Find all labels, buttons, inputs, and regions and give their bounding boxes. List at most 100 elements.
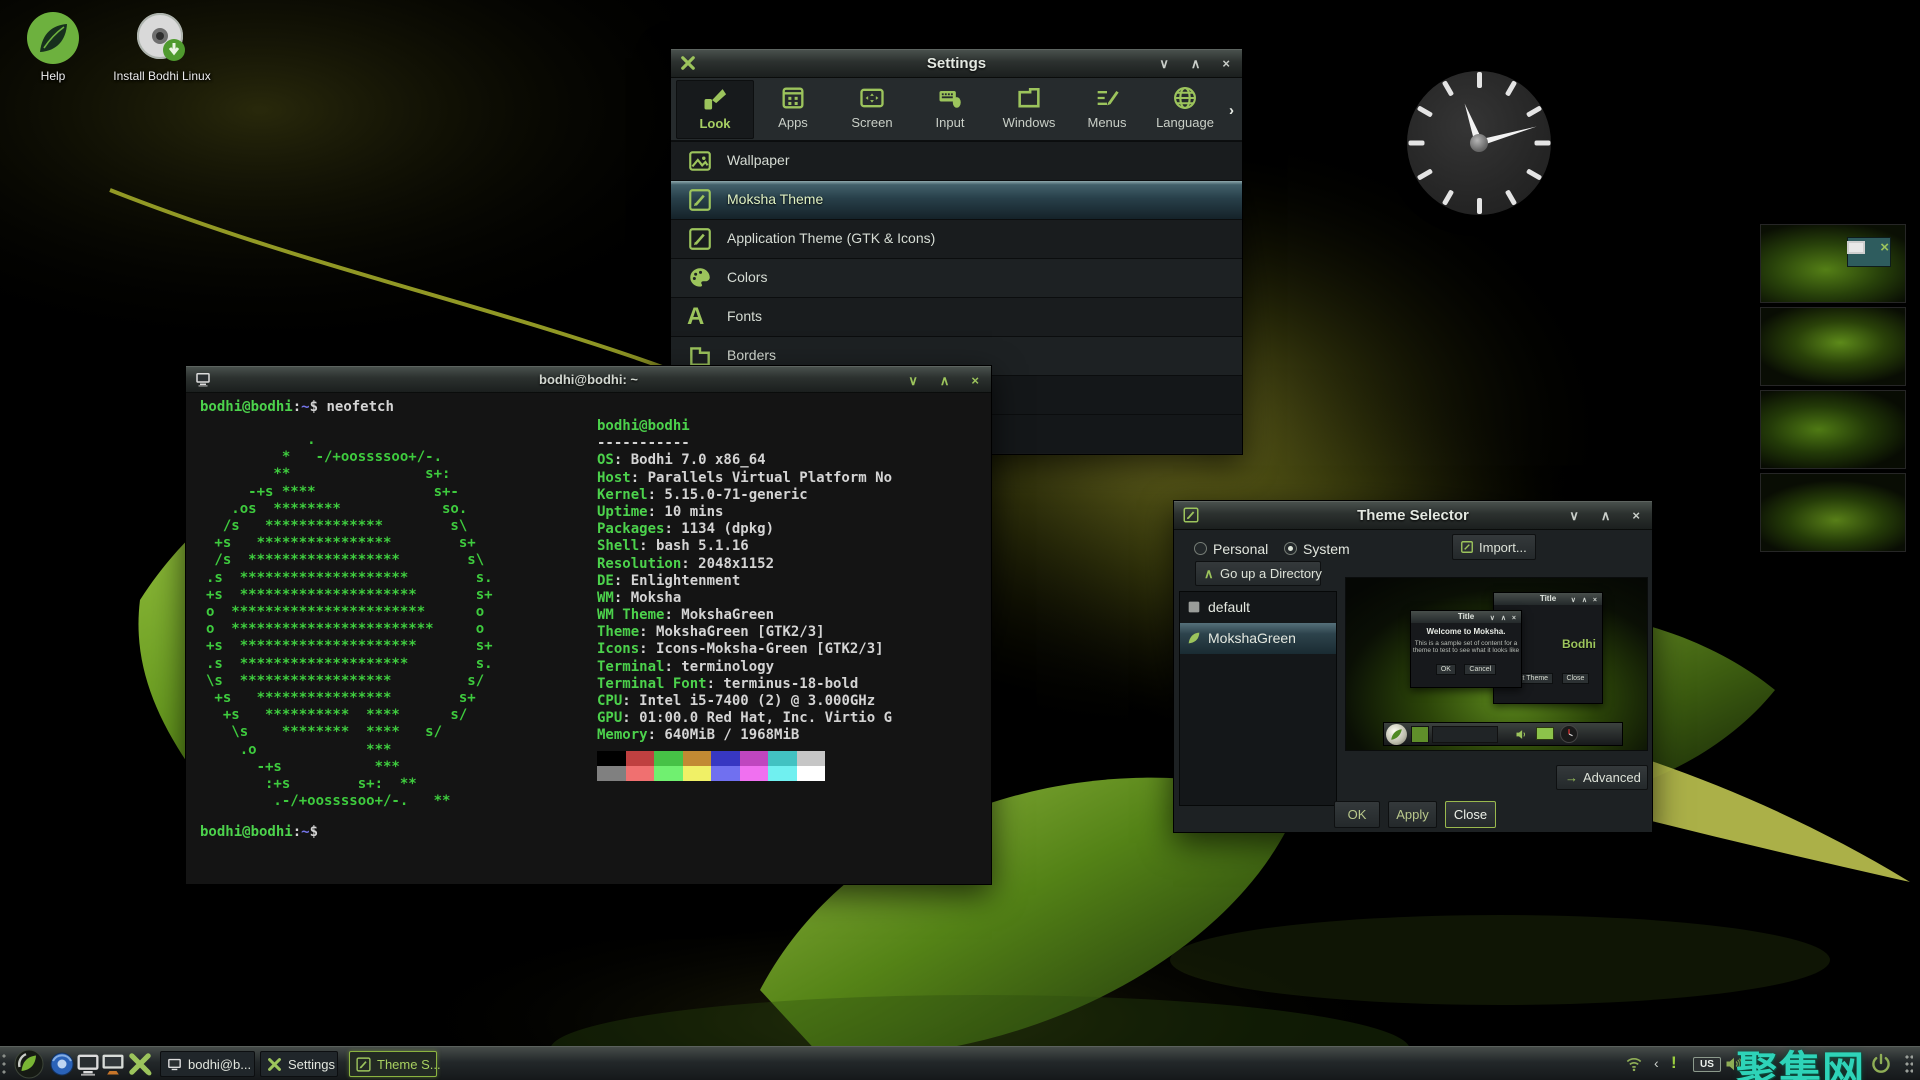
desktop-icon-label: Install Bodhi Linux <box>107 70 217 83</box>
toolbar-scroll-right-icon[interactable]: › <box>1229 102 1234 119</box>
network-icon[interactable] <box>1624 1054 1644 1074</box>
chevron-left-icon[interactable]: ‹ <box>1654 1055 1659 1071</box>
settings-item-wallpaper[interactable]: Wallpaper <box>671 141 1242 180</box>
task-button-label: Settings <box>288 1057 335 1072</box>
palette-swatch <box>597 751 626 766</box>
apps-icon <box>779 84 807 112</box>
radio-personal-label: Personal <box>1213 541 1268 557</box>
toolbar-item-label: Screen <box>833 115 911 130</box>
workspace-thumbnail-4[interactable] <box>1760 473 1906 552</box>
neofetch-field-cpu: CPU: Intel i5-7400 (2) @ 3.000GHz <box>597 693 892 710</box>
apply-button[interactable]: Apply <box>1388 801 1437 828</box>
maximize-button[interactable]: ∧ <box>1601 509 1611 522</box>
alert-icon[interactable]: ! <box>1671 1053 1677 1073</box>
mini-speaker-icon <box>1514 727 1529 742</box>
workspace-thumbnail-1[interactable]: × <box>1760 224 1906 303</box>
window-title: bodhi@bodhi: ~ <box>186 372 991 387</box>
terminal-command: neofetch <box>326 399 393 415</box>
desktop-icon-label: Help <box>0 70 108 83</box>
workspace-thumbnail-3[interactable] <box>1760 390 1906 469</box>
toolbar-item-label: Windows <box>990 115 1068 130</box>
desktop-icon-install-bodhi[interactable]: Install Bodhi Linux <box>107 10 217 83</box>
desktop-icon-help[interactable]: Help <box>0 10 108 83</box>
terminal-prompt-line[interactable]: bodhi@bodhi:~$ <box>200 824 318 841</box>
ok-button[interactable]: OK <box>1334 801 1380 828</box>
neofetch-info: bodhi@bodhi-----------OS: Bodhi 7.0 x86_… <box>597 418 892 745</box>
neofetch-field-uptime: Uptime: 10 mins <box>597 504 892 521</box>
shade-button[interactable]: ∨ <box>1569 509 1579 522</box>
settings-item-colors[interactable]: Colors <box>671 258 1242 297</box>
display-launcher-icon[interactable] <box>99 1050 127 1078</box>
preview-taskbar <box>1383 722 1623 746</box>
toolbar-item-label: Menus <box>1068 115 1146 130</box>
go-up-directory-button[interactable]: ∧ Go up a Directory <box>1195 561 1321 586</box>
toolbar-item-language[interactable]: Language <box>1146 80 1224 139</box>
neofetch-field-os: OS: Bodhi 7.0 x86_64 <box>597 452 892 469</box>
terminal-launcher-icon[interactable] <box>74 1050 102 1078</box>
clock-widget <box>1404 68 1554 218</box>
panel-grip[interactable] <box>2 1053 8 1075</box>
neofetch-header: bodhi@bodhi <box>597 418 690 434</box>
close-button[interactable]: Close <box>1445 801 1496 828</box>
palette-swatch <box>683 751 712 766</box>
menus-icon <box>1093 84 1121 112</box>
settings-item-label: Fonts <box>727 308 762 324</box>
language-icon <box>1171 84 1199 112</box>
toolbar-item-screen[interactable]: Screen <box>833 80 911 139</box>
settings-titlebar[interactable]: Settings ∨ ∧ × <box>671 49 1242 78</box>
advanced-button[interactable]: → Advanced <box>1556 765 1648 790</box>
toolbar-item-apps[interactable]: Apps <box>754 80 832 139</box>
palette-swatch <box>797 766 826 781</box>
theme-item-mokshagreen[interactable]: MokshaGreen <box>1180 623 1336 654</box>
neofetch-separator: ----------- <box>597 435 690 451</box>
settings-launcher-icon[interactable] <box>126 1050 154 1078</box>
theme-icon <box>1460 540 1474 554</box>
mini-tools-icon: × <box>1880 239 1889 256</box>
keyboard-layout-badge[interactable]: US <box>1693 1057 1721 1072</box>
shade-button[interactable]: ∨ <box>1159 57 1169 70</box>
terminal-titlebar[interactable]: bodhi@bodhi: ~ ∨ ∧ × <box>186 366 991 393</box>
settings-toolbar: ‹ › LookAppsScreenInputWindowsMenusLangu… <box>671 78 1242 141</box>
maximize-button[interactable]: ∧ <box>940 374 950 387</box>
palette-swatch <box>626 766 655 781</box>
neofetch-field-packages: Packages: 1134 (dpkg) <box>597 521 892 538</box>
task-button-bodhi-b[interactable]: bodhi@b... <box>160 1051 255 1077</box>
settings-item-application-theme-gtk-icons[interactable]: Application Theme (GTK & Icons) <box>671 219 1242 258</box>
bodhi-menu-button[interactable] <box>14 1049 44 1079</box>
neofetch-field-terminal-font: Terminal Font: terminus-18-bold <box>597 676 892 693</box>
neofetch-field-icons: Icons: Icons-Moksha-Green [GTK2/3] <box>597 641 892 658</box>
overflow-dots-icon[interactable] <box>1905 1055 1913 1073</box>
preview-brand: Bodhi <box>1562 637 1596 651</box>
window-title: Settings <box>671 55 1242 72</box>
close-button[interactable]: × <box>971 374 979 387</box>
close-button[interactable]: × <box>1222 57 1230 70</box>
taskbar: ‹ ! US bodhi@b... Settings Theme S... <box>0 1046 1920 1080</box>
theme-item-default[interactable]: default <box>1180 592 1336 623</box>
toolbar-item-input[interactable]: Input <box>911 80 989 139</box>
neofetch-color-palette <box>597 751 827 781</box>
theme-preview: Title∨ ∧ × Bodhi Select Theme Close Titl… <box>1345 577 1648 751</box>
theme-selector-titlebar[interactable]: Theme Selector ∨∧× <box>1174 501 1652 530</box>
leaf-icon <box>1186 630 1202 646</box>
toolbar-item-windows[interactable]: Windows <box>990 80 1068 139</box>
neofetch-field-wm: WM: Moksha <box>597 590 892 607</box>
arrow-right-icon: → <box>1565 770 1578 785</box>
terminal-window: bodhi@bodhi: ~ ∨ ∧ × bodhi@bodhi:~$ neofet… <box>185 365 992 885</box>
shade-button[interactable]: ∨ <box>908 374 918 387</box>
maximize-button[interactable]: ∧ <box>1191 57 1201 70</box>
settings-item-fonts[interactable]: AFonts <box>671 297 1242 336</box>
wallpaper-icon <box>687 148 713 174</box>
radio-system[interactable] <box>1284 542 1297 555</box>
power-icon[interactable] <box>1869 1052 1893 1076</box>
radio-personal[interactable] <box>1194 542 1207 555</box>
task-button-theme-s[interactable]: Theme S... <box>349 1051 437 1077</box>
task-button-settings[interactable]: Settings <box>260 1051 338 1077</box>
import-button[interactable]: Import... <box>1452 534 1536 560</box>
clock-tick <box>1408 141 1424 146</box>
settings-item-moksha-theme[interactable]: Moksha Theme <box>671 180 1242 219</box>
workspace-thumbnail-2[interactable] <box>1760 307 1906 386</box>
toolbar-item-menus[interactable]: Menus <box>1068 80 1146 139</box>
toolbar-item-look[interactable]: Look <box>676 80 754 139</box>
close-button[interactable]: × <box>1632 509 1640 522</box>
browser-launcher-icon[interactable] <box>48 1050 76 1078</box>
